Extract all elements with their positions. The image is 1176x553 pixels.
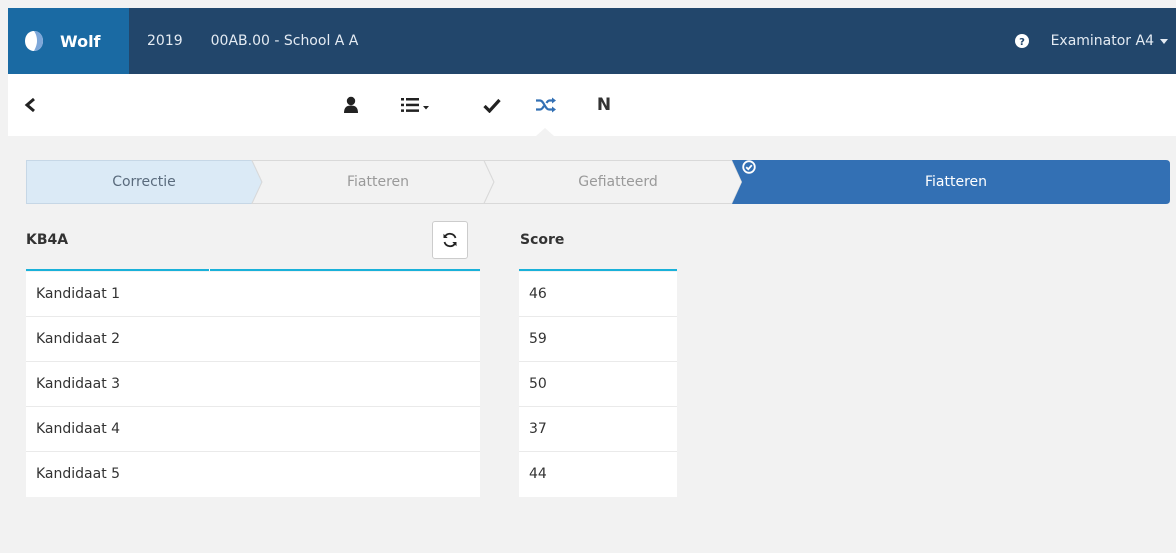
- score-header: Score: [520, 232, 565, 248]
- active-tab-indicator: [536, 128, 554, 136]
- check-icon[interactable]: [482, 94, 502, 116]
- score-cell: 37: [519, 407, 677, 452]
- score-header-line: [519, 269, 677, 271]
- brand-name: Wolf: [60, 31, 101, 51]
- candidate-row[interactable]: Kandidaat 4: [26, 407, 480, 452]
- user-icon[interactable]: [342, 94, 360, 116]
- chevron-down-icon: [1160, 38, 1168, 44]
- score-cell: 50: [519, 362, 677, 407]
- shuffle-icon[interactable]: [534, 94, 558, 116]
- candidates-header-line: [26, 269, 480, 271]
- score-cell: 44: [519, 452, 677, 497]
- back-chevron-icon[interactable]: [22, 96, 40, 114]
- candidate-row[interactable]: Kandidaat 2: [26, 317, 480, 362]
- refresh-icon: [443, 232, 457, 248]
- help-icon[interactable]: ?: [1014, 34, 1029, 48]
- top-navbar: Wolf 2019 00AB.00 - School A A ? Examina…: [8, 8, 1176, 74]
- candidate-row[interactable]: Kandidaat 5: [26, 452, 480, 497]
- step-gefiatteerd[interactable]: Gefiatteerd: [494, 160, 742, 204]
- toolbar: N: [8, 74, 1176, 136]
- fiatteren-button[interactable]: Fiatteren: [742, 160, 1170, 204]
- fiatteren-button-label: Fiatteren: [924, 174, 988, 190]
- list-icon[interactable]: [400, 94, 432, 116]
- year-label[interactable]: 2019: [147, 33, 183, 49]
- svg-text:?: ?: [1019, 37, 1025, 48]
- wolf-logo-icon: [25, 31, 43, 51]
- candidate-row[interactable]: Kandidaat 3: [26, 362, 480, 407]
- score-cell: 59: [519, 317, 677, 362]
- brand[interactable]: Wolf: [8, 8, 129, 74]
- candidates-header: KB4A: [26, 232, 69, 248]
- user-name: Examinator A4: [1050, 33, 1154, 49]
- n-button[interactable]: N: [594, 94, 614, 116]
- refresh-button[interactable]: [432, 221, 468, 259]
- progress-steps: Correctie Fiatteren Gefiatteerd Fiattere…: [26, 160, 1170, 204]
- step-fiatteren[interactable]: Fiatteren: [262, 160, 494, 204]
- school-label[interactable]: 00AB.00 - School A A: [211, 33, 359, 49]
- user-menu[interactable]: Examinator A4: [1051, 33, 1168, 49]
- step-correctie[interactable]: Correctie: [26, 160, 262, 204]
- candidate-row[interactable]: Kandidaat 1: [26, 272, 480, 317]
- circle-check-icon: [742, 160, 756, 174]
- score-cell: 46: [519, 272, 677, 317]
